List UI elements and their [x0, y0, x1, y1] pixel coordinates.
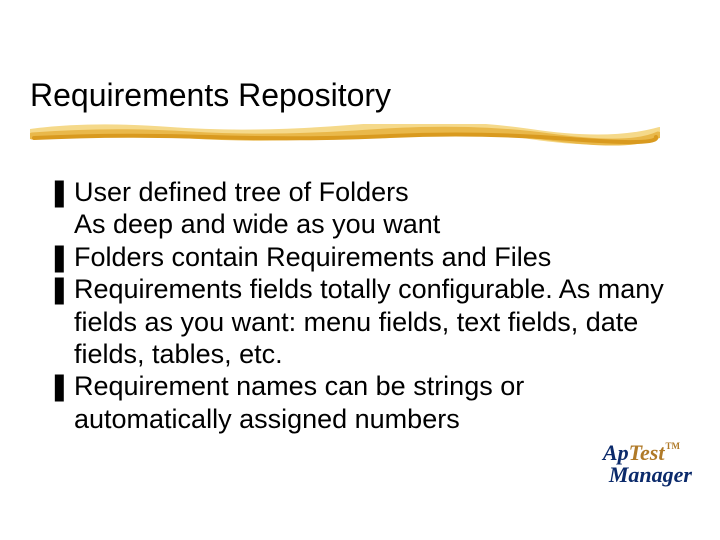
- trademark-icon: TM: [664, 441, 680, 451]
- bullet-icon: ❚: [48, 370, 74, 402]
- title-underline: [30, 124, 660, 146]
- slide-title: Requirements Repository: [30, 78, 391, 113]
- bullet-icon: ❚: [48, 176, 74, 208]
- bullet-text: User defined tree of FoldersAs deep and …: [74, 177, 440, 239]
- title-area: Requirements Repository: [30, 78, 391, 113]
- bullet-icon: ❚: [48, 273, 74, 305]
- bullet-text: Requirements fields totally configurable…: [74, 274, 664, 369]
- logo-line-1: ApTestTM: [591, 442, 692, 464]
- slide: Requirements Repository ❚User defined tr…: [0, 0, 720, 540]
- bullet-item: ❚Folders contain Requirements and Files: [48, 241, 668, 273]
- bullet-item: ❚Requirements fields totally configurabl…: [48, 273, 668, 370]
- bullet-item: ❚Requirement names can be strings or aut…: [48, 370, 668, 435]
- body-text: ❚User defined tree of FoldersAs deep and…: [48, 176, 668, 435]
- bullet-text: Folders contain Requirements and Files: [74, 242, 551, 272]
- bullet-text: Requirement names can be strings or auto…: [74, 371, 524, 433]
- logo: ApTestTM Manager: [591, 442, 692, 486]
- logo-line-2: Manager: [609, 464, 692, 486]
- bullet-icon: ❚: [48, 241, 74, 273]
- bullet-item: ❚User defined tree of FoldersAs deep and…: [48, 176, 668, 241]
